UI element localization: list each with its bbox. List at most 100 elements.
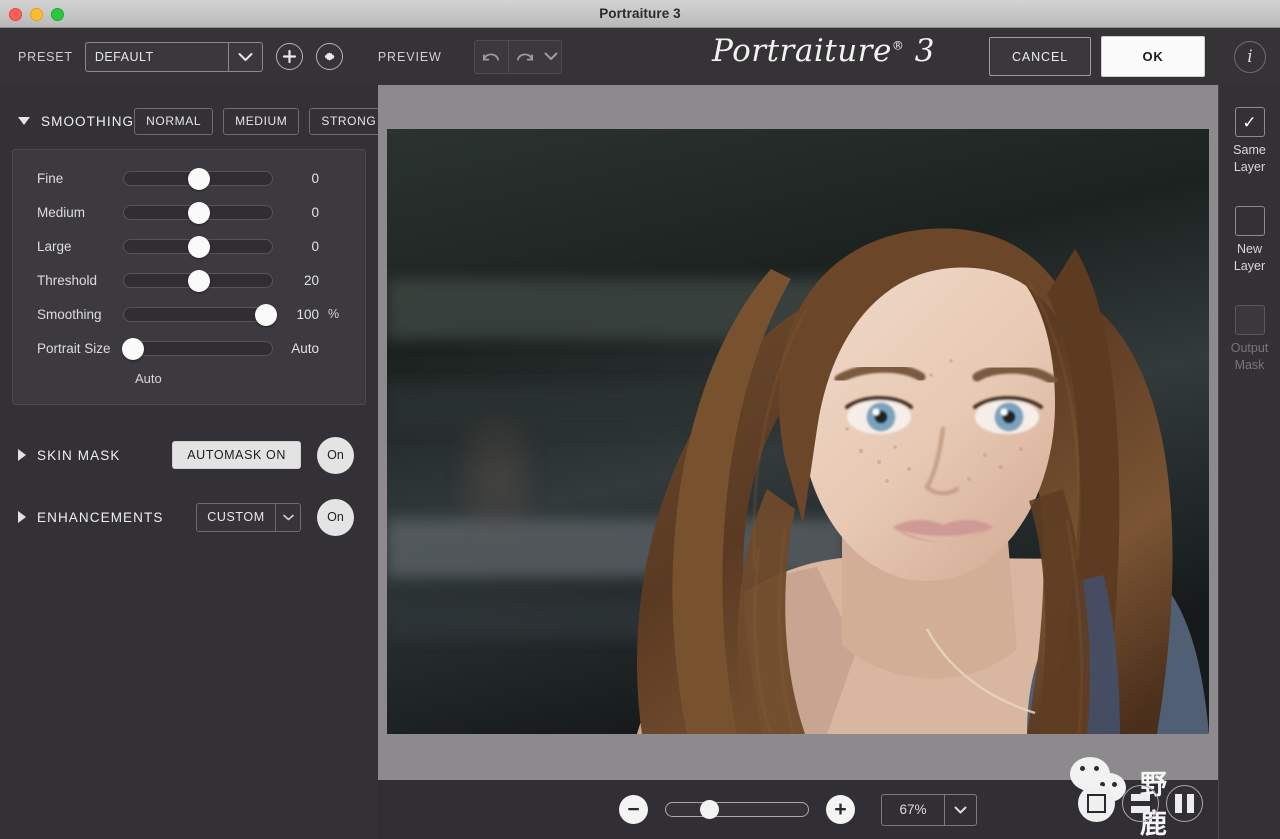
close-button[interactable] [9,8,22,21]
preview-photo[interactable] [387,129,1209,734]
cancel-button[interactable]: CANCEL [989,37,1091,76]
checkbox-empty-icon[interactable] [1234,305,1265,335]
checkbox-empty-icon[interactable] [1234,206,1265,236]
gear-icon[interactable] [315,43,343,70]
minus-icon[interactable]: − [619,795,648,824]
checkmark-icon[interactable]: ✓ [1234,107,1265,137]
chevron-down-icon[interactable] [540,41,561,73]
rail-label-line2: Layer [1233,259,1266,273]
zoom-level-value: 67% [899,802,927,817]
slider-knob-portrait-size[interactable] [122,337,144,360]
skin-mask-toggle[interactable]: On [317,436,354,474]
enhancements-preset-dropdown[interactable]: CUSTOM [196,502,301,532]
zoom-level-dropdown[interactable]: 67% [881,793,977,826]
ok-button[interactable]: OK [1101,36,1205,77]
automask-button[interactable]: AUTOMASK ON [172,441,301,469]
slider-value-medium: 0 [311,204,319,220]
slider-label-portrait-size: Portrait Size [37,340,111,356]
slider-value-fine: 0 [311,170,319,186]
redo-arrow-icon[interactable] [507,40,540,73]
zoom-slider[interactable] [665,800,809,819]
triangle-right-icon[interactable] [18,449,26,461]
smoothing-section-header[interactable]: SMOOTHING NORMAL MEDIUM STRONG [0,105,389,137]
slider-label-fine: Fine [37,170,64,186]
slider-row-fine: Fine 0 [13,161,365,195]
window-title: Portraiture 3 [599,6,681,21]
left-controls-panel: SMOOTHING NORMAL MEDIUM STRONG Fine 0 Me… [0,85,389,839]
slider-track-fine[interactable] [123,167,273,190]
slider-track-threshold[interactable] [123,269,273,292]
portraiture-window: Portraiture 3 PRESET DEFAULT PREVIEW Por… [0,0,1280,839]
slider-value-smoothing: 100 [296,306,319,322]
slider-value-threshold: 20 [303,272,319,288]
smoothing-mode-medium[interactable]: MEDIUM [223,107,300,135]
rail-label-line1: New [1236,242,1262,256]
smoothing-slider-card: Fine 0 Medium 0 Large 0 Threshold 20 Smo… [12,149,366,405]
slider-label-smoothing: Smoothing [37,306,102,322]
chevron-down-icon[interactable] [275,503,300,531]
minimize-button[interactable] [30,8,43,21]
slider-knob-medium[interactable] [188,201,210,224]
plus-icon[interactable] [275,43,303,70]
chevron-down-icon[interactable] [227,42,262,71]
slider-knob-fine[interactable] [188,167,210,190]
slider-knob-smoothing[interactable] [255,303,277,326]
app-brand: Portraiture® 3 [712,33,935,69]
rail-item-output-mask[interactable]: Output Mask [1231,305,1269,374]
rail-label-line2: Layer [1233,160,1266,174]
rail-item-same-layer[interactable]: ✓ Same Layer [1233,107,1266,176]
preset-label: PRESET [18,49,73,64]
brand-name: Portraiture [712,33,892,69]
rail-label-output-mask: Output Mask [1231,340,1269,374]
smoothing-mode-normal[interactable]: NORMAL [134,107,214,135]
window-titlebar: Portraiture 3 [0,0,1280,28]
slider-label-large: Large [37,238,72,254]
slider-row-smoothing: Smoothing 100 % [13,297,365,331]
skin-mask-section-header[interactable]: SKIN MASK AUTOMASK ON On [0,435,378,475]
rail-label-new-layer: New Layer [1234,241,1265,275]
slider-row-large: Large 0 [13,229,365,263]
zoom-slider-knob[interactable] [700,800,719,819]
slider-unit-smoothing: % [328,307,340,321]
smoothing-title: SMOOTHING [41,113,135,129]
rail-label-same-layer: Same Layer [1233,142,1266,176]
enhancements-toggle[interactable]: On [317,498,354,536]
slider-label-medium: Medium [37,204,86,220]
slider-knob-large[interactable] [188,235,210,258]
enhancements-section-header[interactable]: ENHANCEMENTS CUSTOM On [0,497,378,537]
rail-item-new-layer[interactable]: New Layer [1234,206,1265,275]
slider-track-smoothing[interactable] [123,303,277,326]
slider-row-portrait-size: Portrait Size Auto [13,331,365,365]
portrait-size-caption: Auto [135,371,162,386]
output-rail: ✓ Same Layer New Layer Output Mask [1218,85,1280,839]
slider-track-large[interactable] [123,235,273,258]
enhancements-preset-value: CUSTOM [207,510,265,524]
preview-area[interactable] [378,85,1218,780]
skin-mask-title: SKIN MASK [37,447,121,463]
brand-registered-mark: ® [891,38,905,53]
plus-icon[interactable]: + [826,795,855,824]
window-controls [9,8,64,21]
triangle-right-icon[interactable] [18,511,26,523]
slider-row-threshold: Threshold 20 [13,263,365,297]
zoom-toolbar: − + 67% [378,780,1218,839]
slider-knob-threshold[interactable] [188,269,210,292]
smoothing-mode-strong[interactable]: STRONG [309,107,389,135]
slider-value-large: 0 [311,238,319,254]
maximize-button[interactable] [51,8,64,21]
triangle-down-icon[interactable] [18,117,30,125]
info-icon[interactable]: i [1234,41,1266,73]
history-controls [473,39,562,74]
slider-label-threshold: Threshold [37,272,98,288]
rail-label-line2: Mask [1234,358,1265,372]
portrait-photo-illustration [387,129,1209,734]
undo-arrow-icon[interactable] [475,41,508,73]
chevron-down-icon[interactable] [944,794,976,825]
slider-track-portrait-size[interactable] [122,337,273,360]
preview-label: PREVIEW [377,49,442,64]
slider-track-medium[interactable] [123,201,273,224]
preset-value: DEFAULT [94,49,154,64]
preset-dropdown[interactable]: DEFAULT [84,41,263,72]
brand-version: 3 [914,33,935,69]
rail-label-line1: Same [1233,143,1266,157]
